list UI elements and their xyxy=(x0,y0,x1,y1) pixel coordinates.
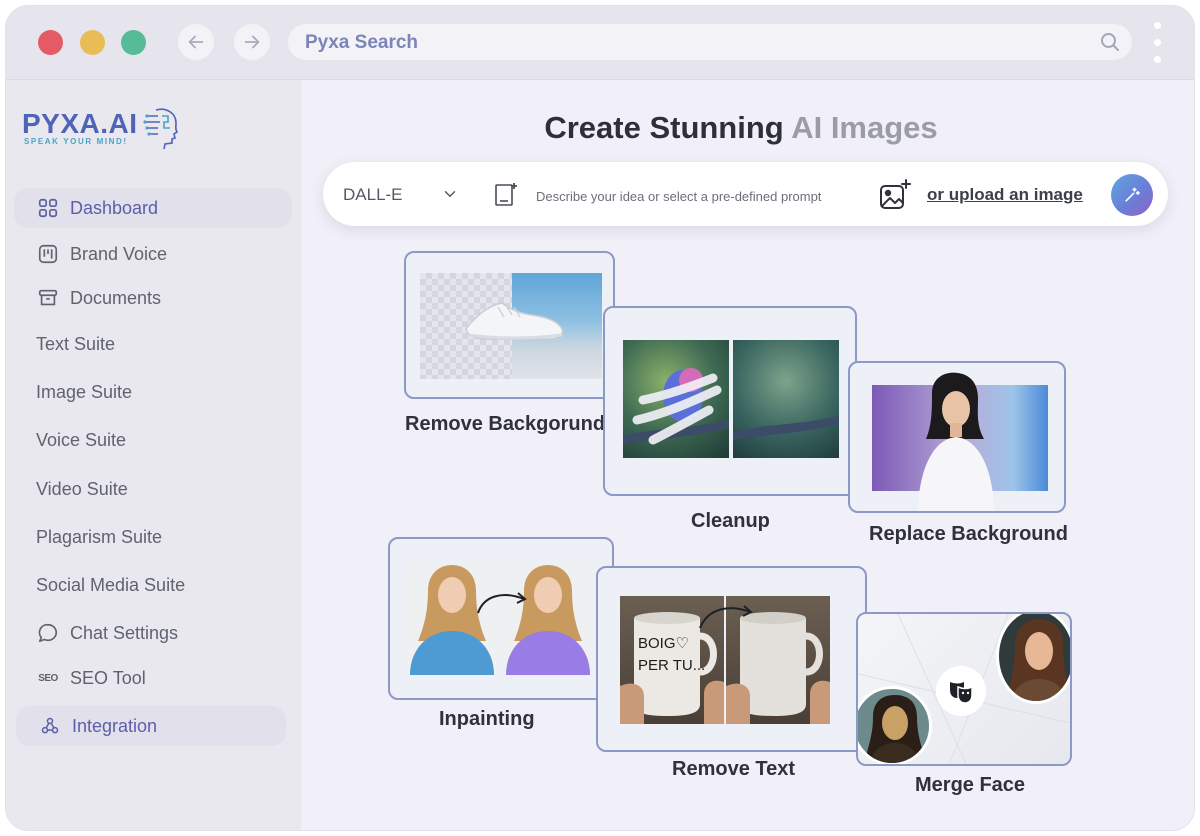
bird-before-preview xyxy=(623,340,729,458)
curved-arrow-icon xyxy=(699,605,753,629)
sidebar-item-label: Image Suite xyxy=(36,381,133,402)
tool-label: Remove Backgorund xyxy=(405,413,606,435)
tool-label: Cleanup xyxy=(691,510,770,532)
sidebar-item-label: Dashboard xyxy=(70,197,159,218)
page-title-accent: AI Images xyxy=(791,110,938,145)
upload-image-link[interactable]: or upload an image xyxy=(927,185,1083,205)
sidebar-item-dashboard[interactable]: Dashboard xyxy=(14,188,292,228)
sidebar-item-integration[interactable]: Integration xyxy=(16,706,286,746)
chat-bubble-icon xyxy=(36,621,60,645)
sidebar-item-text-suite[interactable]: Text Suite xyxy=(14,324,292,364)
brand-name: PYXA.AI xyxy=(22,108,138,139)
sidebar-item-brand-voice[interactable]: Brand Voice xyxy=(14,234,292,274)
sidebar-item-image-suite[interactable]: Image Suite xyxy=(14,372,292,412)
generate-button[interactable] xyxy=(1111,174,1153,216)
sidebar-item-label: Documents xyxy=(70,287,162,308)
sidebar-item-label: Chat Settings xyxy=(70,622,179,643)
sidebar-item-label: Voice Suite xyxy=(36,429,127,450)
kanban-icon xyxy=(36,242,60,266)
tool-card-remove-background[interactable] xyxy=(404,251,615,399)
sidebar-item-chat-settings[interactable]: Chat Settings xyxy=(14,613,292,653)
search-icon[interactable] xyxy=(1098,30,1122,59)
sneaker-image xyxy=(465,302,564,340)
tool-label: Inpainting xyxy=(439,708,535,730)
browser-window: Pyxa Search PYXA.AI SPEAK YOUR MIND! Das… xyxy=(6,6,1194,830)
arrow-left-icon xyxy=(188,35,204,49)
image-upload-icon[interactable] xyxy=(878,178,912,217)
webhook-icon xyxy=(38,714,62,738)
sidebar-item-documents[interactable]: Documents xyxy=(14,278,292,318)
merge-faces-badge xyxy=(936,666,986,716)
bird-after-preview xyxy=(733,340,839,458)
sidebar: PYXA.AI SPEAK YOUR MIND! Dashboard Brand… xyxy=(6,80,301,830)
sidebar-item-seo-tool[interactable]: SEO SEO Tool xyxy=(14,658,292,698)
woman-portrait-circle xyxy=(996,614,1070,704)
address-bar[interactable]: Pyxa Search xyxy=(288,24,1132,60)
arrow-right-icon xyxy=(244,35,260,49)
tool-card-cleanup[interactable] xyxy=(603,306,857,496)
browser-titlebar: Pyxa Search xyxy=(6,6,1194,80)
prompt-bar: DALL-E Describe your idea or select a pr… xyxy=(323,162,1168,226)
sidebar-item-voice-suite[interactable]: Voice Suite xyxy=(14,420,292,460)
mug-text: BOIG♡ xyxy=(638,635,689,652)
magic-wand-icon xyxy=(1125,187,1140,202)
address-bar-text: Pyxa Search xyxy=(305,32,419,53)
sidebar-item-plagarism-suite[interactable]: Plagarism Suite xyxy=(14,517,292,557)
tool-label: Remove Text xyxy=(672,758,796,780)
sidebar-item-label: Brand Voice xyxy=(70,243,168,264)
model-select[interactable]: DALL-E xyxy=(343,185,403,205)
brand-tagline: SPEAK YOUR MIND! xyxy=(24,137,128,146)
main-content: Create Stunning AI Images DALL-E Describ… xyxy=(301,80,1194,830)
curved-arrow-icon xyxy=(477,592,527,614)
sidebar-item-label: Social Media Suite xyxy=(36,574,186,595)
tool-card-replace-background[interactable] xyxy=(848,361,1066,513)
forward-button[interactable] xyxy=(234,24,270,60)
back-button[interactable] xyxy=(178,24,214,60)
sidebar-item-label: Text Suite xyxy=(36,333,116,354)
page-title-main: Create Stunning xyxy=(544,110,784,145)
brand-logo[interactable]: PYXA.AI SPEAK YOUR MIND! xyxy=(22,108,192,158)
woman-portrait-image xyxy=(918,372,994,511)
prompt-input[interactable]: Describe your idea or select a pre-defin… xyxy=(536,189,821,204)
svg-text:PER TU...: PER TU... xyxy=(638,657,705,674)
theater-masks-icon xyxy=(950,682,973,704)
tool-label: Replace Background xyxy=(869,523,1068,545)
page-title: Create Stunning AI Images xyxy=(301,110,1181,146)
close-window-button[interactable] xyxy=(38,30,63,55)
tool-card-merge-face[interactable] xyxy=(856,612,1072,766)
grid-icon xyxy=(36,196,60,220)
archive-icon xyxy=(36,286,60,310)
maximize-window-button[interactable] xyxy=(121,30,146,55)
sidebar-item-label: Plagarism Suite xyxy=(36,526,163,547)
sidebar-item-label: Integration xyxy=(72,715,158,736)
sidebar-item-video-suite[interactable]: Video Suite xyxy=(14,469,292,509)
circuit-head-icon xyxy=(142,106,182,155)
prompt-library-icon[interactable] xyxy=(493,180,521,213)
tool-label: Merge Face xyxy=(915,774,1026,796)
minimize-window-button[interactable] xyxy=(80,30,105,55)
sidebar-item-label: Video Suite xyxy=(36,478,128,499)
more-options-icon[interactable] xyxy=(1152,22,1162,64)
sidebar-item-social-media-suite[interactable]: Social Media Suite xyxy=(14,565,292,605)
seo-icon: SEO xyxy=(38,672,58,684)
tool-card-inpainting[interactable] xyxy=(388,537,614,700)
chevron-down-icon[interactable] xyxy=(441,185,459,208)
sidebar-item-label: SEO Tool xyxy=(70,667,146,688)
tool-card-remove-text[interactable]: BOIG♡ PER TU... xyxy=(596,566,867,752)
